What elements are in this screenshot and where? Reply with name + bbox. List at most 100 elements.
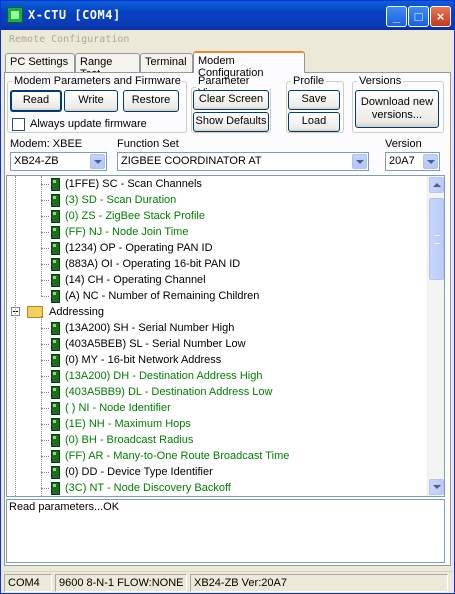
- xctu-window: X-CTU [COM4] _ □ × Remote Configuration …: [0, 0, 455, 594]
- tree-param-row[interactable]: (1E) NH - Maximum Hops: [49, 416, 429, 432]
- parameter-node-icon: [49, 354, 61, 367]
- tree-param-row[interactable]: (A) NC - Number of Remaining Children: [49, 288, 429, 304]
- scroll-down-icon[interactable]: [429, 479, 444, 495]
- tree-connector: [41, 176, 42, 296]
- parameter-tree[interactable]: (1FFE) SC - Scan Channels (3) SD - Scan D…: [6, 175, 445, 497]
- parameter-node-icon: [49, 210, 61, 223]
- minimize-button[interactable]: _: [386, 6, 407, 27]
- tab-range-test[interactable]: Range Test: [75, 53, 140, 80]
- parameter-node-icon: [49, 386, 61, 399]
- tree-param-label: (0) MY - 16-bit Network Address: [65, 354, 222, 366]
- tree-connector: [41, 316, 42, 496]
- tree-connector: [41, 360, 49, 361]
- parameter-node-icon: [49, 194, 61, 207]
- download-versions-button[interactable]: Download new versions...: [355, 90, 439, 128]
- tree-folder-label: Addressing: [49, 306, 105, 318]
- close-button[interactable]: ×: [430, 6, 451, 27]
- tree-param-row[interactable]: (0) MY - 16-bit Network Address: [49, 352, 429, 368]
- maximize-button[interactable]: □: [408, 6, 429, 27]
- title-bar[interactable]: X-CTU [COM4] _ □ ×: [1, 1, 454, 30]
- tree-param-label: (0) BH - Broadcast Radius: [65, 434, 194, 446]
- tree-connector: [41, 216, 49, 217]
- version-label: Version: [385, 138, 422, 150]
- always-update-checkbox[interactable]: [12, 118, 25, 131]
- tree-connector: [41, 488, 49, 489]
- tree-param-label: (13A200) SH - Serial Number High: [65, 322, 235, 334]
- tree-param-row[interactable]: (403A5BEB) SL - Serial Number Low: [49, 336, 429, 352]
- tree-connector: [41, 344, 49, 345]
- tree-param-row[interactable]: (3C) NT - Node Discovery Backoff: [49, 480, 429, 496]
- tree-connector: [41, 296, 49, 297]
- parameter-node-icon: [49, 418, 61, 431]
- scroll-thumb[interactable]: [429, 198, 444, 280]
- tree-param-label: (403A5BB9) DL - Destination Address Low: [65, 386, 273, 398]
- tree-param-row[interactable]: (1FFE) SC - Scan Channels: [49, 176, 429, 192]
- tree-param-label: (14) CH - Operating Channel: [65, 274, 206, 286]
- tree-scrollbar[interactable]: [427, 176, 444, 496]
- tree-connector: [41, 200, 49, 201]
- tree-param-label: (1E) NH - Maximum Hops: [65, 418, 191, 430]
- parameter-node-icon: [49, 402, 61, 415]
- tab-modem-configuration[interactable]: Modem Configuration: [193, 51, 305, 79]
- tree-param-row[interactable]: (3) SD - Scan Duration: [49, 192, 429, 208]
- modem-params-legend: Modem Parameters and Firmware: [14, 75, 181, 87]
- scroll-up-icon[interactable]: [429, 177, 444, 193]
- parameter-node-icon: [49, 482, 61, 495]
- save-button[interactable]: Save: [288, 90, 340, 110]
- status-port: COM4: [4, 574, 52, 592]
- tree-param-row[interactable]: (FF) NJ - Node Join Time: [49, 224, 429, 240]
- load-button[interactable]: Load: [288, 112, 340, 132]
- tree-param-row[interactable]: (1234) OP - Operating PAN ID: [49, 240, 429, 256]
- tree-param-row[interactable]: (403A5BB9) DL - Destination Address Low: [49, 384, 429, 400]
- function-set-label: Function Set: [117, 138, 179, 150]
- write-button[interactable]: Write: [64, 90, 118, 112]
- tree-connector: [15, 176, 16, 496]
- tree-param-label: (13A200) DH - Destination Address High: [65, 370, 263, 382]
- clear-screen-button[interactable]: Clear Screen: [193, 90, 269, 110]
- tree-param-label: (0) DD - Device Type Identifier: [65, 466, 213, 478]
- tree-param-row[interactable]: (0) BH - Broadcast Radius: [49, 432, 429, 448]
- modem-select[interactable]: XB24-ZB: [10, 152, 107, 171]
- parameter-node-icon: [49, 274, 61, 287]
- tree-param-label: (1FFE) SC - Scan Channels: [65, 178, 202, 190]
- tree-connector: [41, 408, 49, 409]
- tree-param-row[interactable]: (0) ZS - ZigBee Stack Profile: [49, 208, 429, 224]
- tab-pc-settings[interactable]: PC Settings: [5, 53, 75, 72]
- tree-param-label: (FF) AR - Many-to-One Route Broadcast Ti…: [65, 450, 290, 462]
- read-button[interactable]: Read: [10, 90, 62, 112]
- chevron-down-icon: [352, 154, 367, 169]
- tab-terminal[interactable]: Terminal: [140, 53, 193, 72]
- restore-button[interactable]: Restore: [123, 90, 179, 112]
- tree-param-label: (883A) OI - Operating 16-bit PAN ID: [65, 258, 241, 270]
- window-title: X-CTU [COM4]: [28, 8, 121, 22]
- tree-connector: [41, 248, 49, 249]
- tree-param-label: (1234) OP - Operating PAN ID: [65, 242, 213, 254]
- tree-connector: [41, 184, 49, 185]
- function-set-select[interactable]: ZIGBEE COORDINATOR AT: [117, 152, 369, 171]
- parameter-node-icon: [49, 242, 61, 255]
- parameter-node-icon: [49, 434, 61, 447]
- function-set-select-value: ZIGBEE COORDINATOR AT: [121, 155, 262, 167]
- status-modem: XB24-ZB Ver:20A7: [190, 574, 448, 592]
- tree-param-row[interactable]: ( ) NI - Node Identifier: [49, 400, 429, 416]
- status-settings: 9600 8-N-1 FLOW:NONE: [55, 574, 187, 592]
- show-defaults-button[interactable]: Show Defaults: [193, 112, 269, 132]
- tree-connector: [41, 472, 49, 473]
- parameter-node-icon: [49, 226, 61, 239]
- tree-param-row[interactable]: (0) DD - Device Type Identifier: [49, 464, 429, 480]
- tree-param-label: (A) NC - Number of Remaining Children: [65, 290, 260, 302]
- tree-param-row[interactable]: (FF) AR - Many-to-One Route Broadcast Ti…: [49, 448, 429, 464]
- tree-param-row[interactable]: (883A) OI - Operating 16-bit PAN ID: [49, 256, 429, 272]
- chevron-down-icon: [90, 154, 105, 169]
- status-bar: COM4 9600 8-N-1 FLOW:NONE XB24-ZB Ver:20…: [2, 571, 453, 593]
- version-select[interactable]: 20A7: [385, 152, 440, 171]
- tree-param-row[interactable]: (13A200) DH - Destination Address High: [49, 368, 429, 384]
- tree-connector: [41, 424, 49, 425]
- tree-param-row[interactable]: (13A200) SH - Serial Number High: [49, 320, 429, 336]
- app-icon: [7, 7, 23, 23]
- tree-param-label: (3C) NT - Node Discovery Backoff: [65, 482, 231, 494]
- remote-configuration-menu[interactable]: Remote Configuration: [9, 34, 129, 45]
- parameter-node-icon: [49, 370, 61, 383]
- tree-connector: [41, 232, 49, 233]
- tree-param-row[interactable]: (14) CH - Operating Channel: [49, 272, 429, 288]
